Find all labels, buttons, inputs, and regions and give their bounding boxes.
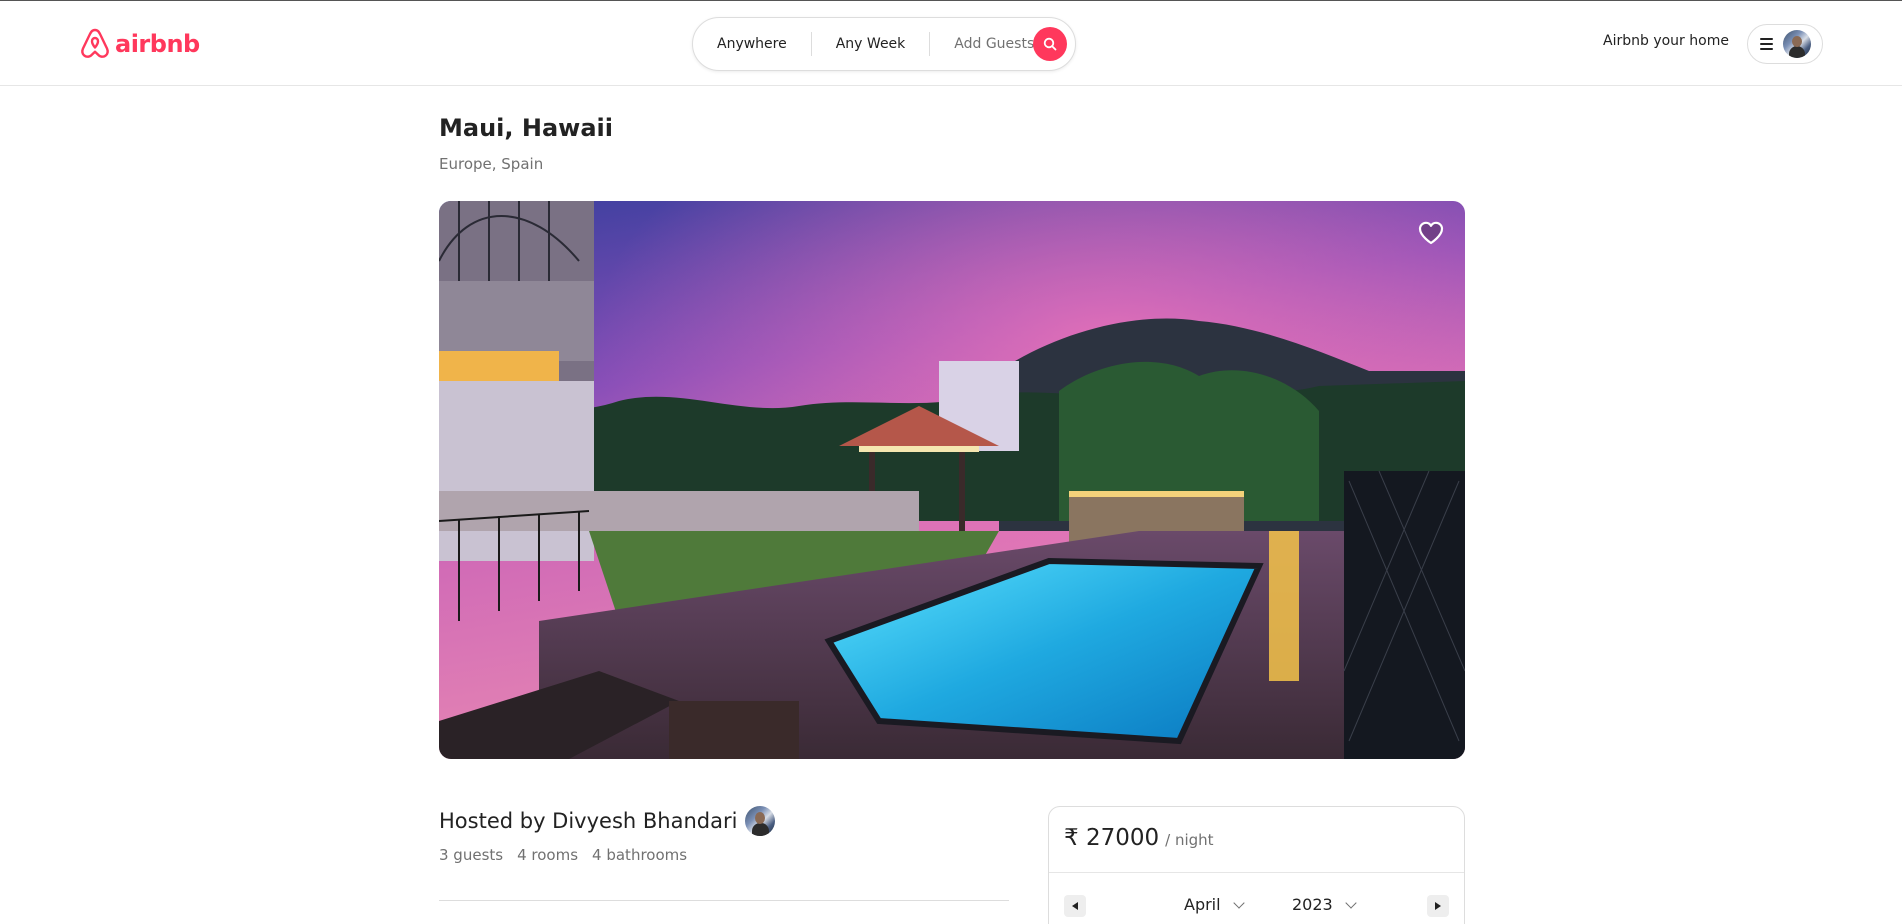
airbnb-logo[interactable]: airbnb [79, 27, 200, 61]
search-icon [1043, 37, 1057, 51]
month-select[interactable]: April [1184, 895, 1245, 914]
host-avatar [745, 806, 776, 836]
airbnb-your-home-link[interactable]: Airbnb your home [1603, 33, 1729, 49]
search-any-week[interactable]: Any Week [812, 32, 930, 56]
stat-rooms: 4 rooms [517, 846, 579, 864]
year-value: 2023 [1292, 895, 1333, 914]
next-month-button[interactable] [1427, 895, 1449, 917]
top-navigation: airbnb Anywhere Any Week Add Guests Airb… [0, 1, 1902, 86]
stat-bathrooms: 4 bathrooms [592, 846, 688, 864]
year-select[interactable]: 2023 [1292, 895, 1357, 914]
listing-location: Europe, Spain [439, 155, 544, 173]
card-divider [1049, 872, 1464, 873]
user-avatar [1783, 30, 1811, 58]
brand-name: airbnb [115, 30, 200, 58]
hamburger-menu-icon [1760, 38, 1773, 50]
search-bar[interactable]: Anywhere Any Week Add Guests [692, 17, 1076, 71]
per-night-label: / night [1165, 831, 1214, 849]
price-row: ₹ 27000 / night [1064, 825, 1214, 851]
month-value: April [1184, 895, 1221, 914]
stat-guests: 3 guests [439, 846, 504, 864]
hosted-by-text: Hosted by Divyesh Bhandari [439, 809, 738, 833]
listing-hero-image [439, 201, 1465, 759]
airbnb-logo-icon [81, 28, 109, 58]
chevron-down-icon [1232, 896, 1245, 909]
triangle-left-icon [1072, 902, 1078, 910]
search-anywhere[interactable]: Anywhere [693, 32, 811, 56]
heart-icon [1418, 221, 1444, 245]
prev-month-button[interactable] [1064, 895, 1086, 917]
booking-card: ₹ 27000 / night April 2023 [1048, 806, 1465, 924]
favorite-button[interactable] [1417, 219, 1445, 247]
calendar-header: April 2023 [1049, 895, 1464, 919]
chevron-down-icon [1345, 896, 1357, 909]
nightly-price: ₹ 27000 [1064, 825, 1160, 851]
search-button[interactable] [1033, 27, 1067, 61]
user-menu-button[interactable] [1747, 24, 1823, 64]
listing-stats: 3 guests 4 rooms 4 bathrooms [439, 846, 687, 864]
villa-pool-sunset-photo [439, 201, 1465, 759]
search-add-guests[interactable]: Add Guests [930, 32, 1046, 56]
section-divider [439, 900, 1009, 901]
triangle-right-icon [1435, 902, 1441, 910]
listing-title: Maui, Hawaii [439, 114, 613, 142]
host-info: Hosted by Divyesh Bhandari [439, 806, 776, 836]
